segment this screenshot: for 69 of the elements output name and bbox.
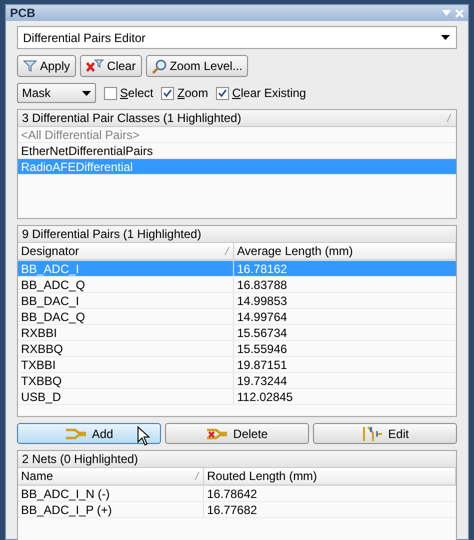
table-row[interactable]: TXBBQ 19.73244: [18, 373, 456, 389]
table-cell: BB_ADC_I: [18, 261, 234, 276]
diff-pair-add-icon: [64, 426, 87, 440]
table-cell: TXBBI: [18, 357, 234, 372]
table-cell: BB_ADC_I_P (+): [18, 502, 204, 517]
caret-icon: [82, 90, 91, 96]
table-cell: TXBBQ: [18, 373, 234, 388]
table-cell-text: 16.77682: [206, 502, 258, 517]
table-row[interactable]: BB_DAC_I 14.99853: [18, 293, 456, 309]
dropdown-icon[interactable]: [442, 10, 451, 16]
mask-select[interactable]: Mask: [17, 83, 96, 103]
close-icon[interactable]: [455, 8, 464, 18]
table-cell: USB_D: [18, 389, 234, 404]
panel-header: 9 Differential Pairs (1 Highlighted): [18, 226, 456, 243]
table-cell-text: 16.78162: [236, 261, 288, 276]
table-cell-text: 14.99853: [236, 293, 288, 308]
panel-header: 3 Differential Pair Classes (1 Highlighted): [18, 110, 456, 127]
checkbox[interactable]: [104, 86, 117, 100]
table-row[interactable]: RXBBI 15.56734: [18, 325, 456, 341]
table-cell: RXBBQ: [18, 341, 234, 356]
table-cell-text: 15.56734: [236, 325, 288, 340]
checkbox[interactable]: [161, 86, 174, 100]
table-cell-text: 112.02845: [236, 389, 294, 404]
table-row[interactable]: BB_ADC_I_N (-) 16.78642: [18, 486, 456, 502]
table-row[interactable]: BB_ADC_Q 16.83788: [18, 277, 456, 293]
diff-pair-edit-icon: [361, 426, 384, 442]
table-row[interactable]: BB_ADC_I_P (+) 16.77682: [18, 502, 456, 518]
mouse-cursor-icon: [137, 426, 150, 446]
table-row[interactable]: TXBBI 19.87151: [18, 357, 456, 373]
add-button[interactable]: Add: [17, 423, 161, 444]
edit-button[interactable]: Edit: [313, 423, 457, 444]
panel-title: PCB: [10, 5, 36, 22]
table-cell-text: 19.87151: [236, 357, 288, 372]
sort-icon[interactable]: [446, 114, 452, 122]
table-cell-text: 14.99764: [236, 309, 288, 324]
column-header[interactable]: Average Length (mm): [234, 243, 456, 259]
table-cell-text: 16.83788: [236, 277, 288, 292]
table-cell: BB_DAC_Q: [18, 309, 234, 324]
clear-button[interactable]: Clear: [80, 55, 142, 77]
checkbox-label: Zoom: [177, 85, 208, 102]
table-cell: BB_ADC_I_N (-): [18, 486, 204, 501]
mode-select[interactable]: Differential Pairs Editor: [17, 26, 457, 49]
sort-icon[interactable]: [224, 247, 230, 255]
table-cell-text: 15.55946: [236, 341, 288, 356]
column-header[interactable]: Name: [18, 468, 204, 484]
zoom-button[interactable]: Zoom Level...: [146, 55, 248, 77]
table-cell-text: 19.73244: [236, 373, 288, 388]
column-header[interactable]: Designator: [18, 243, 234, 259]
table-row[interactable]: USB_D 112.02845: [18, 389, 456, 405]
checkbox[interactable]: [216, 86, 230, 100]
list-item[interactable]: <All Differential Pairs>: [18, 127, 456, 143]
search-icon: [152, 58, 167, 74]
checkbox-label: Select: [120, 85, 154, 102]
table-cell: BB_ADC_Q: [18, 277, 234, 292]
diff-pair-delete-icon: [206, 426, 228, 440]
filter-icon: [23, 60, 37, 72]
table-cell: RXBBI: [18, 325, 234, 340]
table-row[interactable]: RXBBQ 15.55946: [18, 341, 456, 357]
panel-header: 2 Nets (0 Highlighted): [18, 451, 456, 468]
sort-icon[interactable]: [194, 472, 200, 480]
table-cell-text: 16.78642: [206, 486, 258, 501]
clear-filter-icon: [86, 59, 104, 73]
delete-button[interactable]: Delete: [165, 423, 309, 444]
table-row[interactable]: BB_DAC_Q 14.99764: [18, 309, 456, 325]
column-header[interactable]: Routed Length (mm): [204, 468, 456, 484]
caret-icon: [441, 35, 450, 40]
checkbox-label: Clear Existing: [232, 85, 306, 102]
table-cell: BB_DAC_I: [18, 293, 234, 308]
apply-button[interactable]: Apply: [17, 55, 76, 77]
